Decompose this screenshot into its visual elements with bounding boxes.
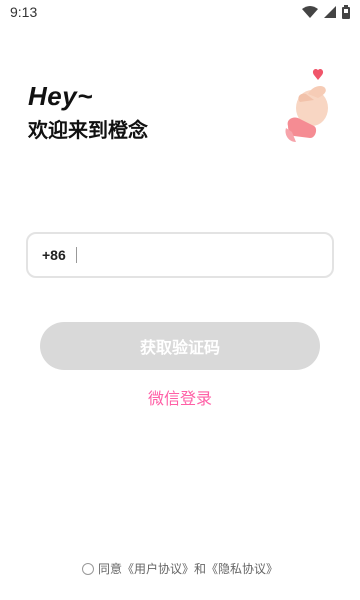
battery-icon	[342, 5, 350, 19]
user-agreement-link[interactable]: 《用户协议》	[122, 560, 194, 577]
wechat-login-link[interactable]: 微信登录	[0, 388, 360, 410]
wifi-icon	[302, 6, 318, 18]
and-text: 和	[194, 562, 207, 576]
agree-radio[interactable]	[81, 562, 94, 575]
finger-heart-hand-icon	[278, 68, 338, 144]
greeting-welcome: 欢迎来到橙念	[28, 118, 148, 142]
greeting: Hey~ 欢迎来到橙念	[28, 80, 148, 144]
phone-input[interactable]	[82, 233, 332, 277]
agree-text: 同意	[97, 562, 122, 576]
privacy-agreement-link[interactable]: 《隐私协议》	[206, 560, 278, 577]
signal-icon	[324, 6, 336, 18]
greeting-hey: Hey~	[28, 81, 93, 111]
country-code[interactable]: +86	[42, 247, 66, 263]
agreement-row: 同意 《用户协议》 和 《隐私协议》	[0, 560, 360, 577]
text-caret	[75, 247, 77, 263]
status-icons	[302, 5, 350, 19]
status-bar: 9:13	[0, 0, 360, 24]
status-time: 9:13	[10, 4, 38, 20]
get-code-button[interactable]: 获取验证码	[40, 322, 320, 370]
phone-field[interactable]: +86	[26, 232, 334, 278]
